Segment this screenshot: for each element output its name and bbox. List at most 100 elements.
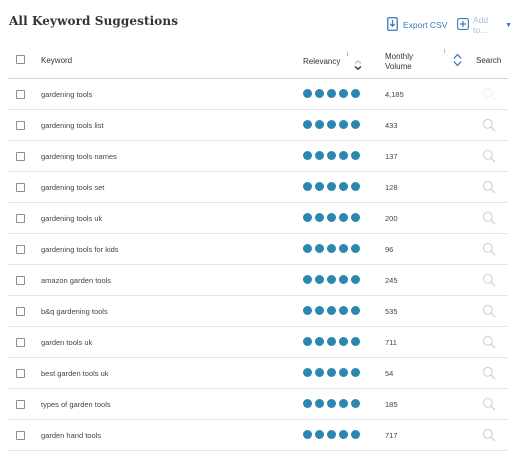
relevancy-dot [339, 430, 348, 439]
relevancy-rating [303, 182, 360, 191]
search-icon[interactable] [482, 366, 496, 380]
table-row: amazon garden tools 245 [8, 265, 508, 296]
row-checkbox[interactable] [16, 152, 25, 161]
table-row: garden tools uk 711 [8, 327, 508, 358]
relevancy-rating [303, 244, 360, 253]
relevancy-rating [303, 306, 360, 315]
relevancy-dot [351, 244, 360, 253]
add-to-label: Add to... [473, 15, 489, 35]
relevancy-rating [303, 151, 360, 160]
volume-info-icon[interactable]: i [444, 49, 445, 55]
relevancy-dot [327, 151, 336, 160]
keyword-text: b&q gardening tools [41, 307, 108, 316]
relevancy-dot [327, 430, 336, 439]
monthly-volume: 185 [385, 400, 398, 409]
relevancy-dot [303, 430, 312, 439]
search-icon[interactable] [482, 428, 496, 442]
row-checkbox[interactable] [16, 307, 25, 316]
relevancy-dot [327, 337, 336, 346]
search-icon[interactable] [482, 242, 496, 256]
relevancy-dot [315, 151, 324, 160]
search-icon[interactable] [482, 397, 496, 411]
table-row: gardening tools 4,185 [8, 79, 508, 110]
search-icon[interactable] [482, 335, 496, 349]
table-header: Keyword Relevancy i Monthly Volume i Sea… [8, 46, 508, 79]
row-checkbox[interactable] [16, 276, 25, 285]
row-checkbox[interactable] [16, 183, 25, 192]
row-checkbox[interactable] [16, 400, 25, 409]
relevancy-dot [315, 182, 324, 191]
relevancy-dot [327, 120, 336, 129]
search-icon[interactable] [482, 273, 496, 287]
relevancy-dot [303, 89, 312, 98]
relevancy-dot [315, 244, 324, 253]
monthly-volume: 4,185 [385, 90, 404, 99]
export-csv-button[interactable]: Export CSV [387, 17, 447, 33]
row-checkbox[interactable] [16, 338, 25, 347]
row-checkbox[interactable] [16, 369, 25, 378]
relevancy-dot [315, 120, 324, 129]
monthly-volume: 711 [385, 338, 397, 347]
export-file-icon [387, 17, 398, 33]
row-checkbox[interactable] [16, 431, 25, 440]
relevancy-rating [303, 213, 360, 222]
table-row: b&q gardening tools 535 [8, 296, 508, 327]
search-icon[interactable] [482, 87, 496, 101]
column-keyword[interactable]: Keyword [41, 56, 72, 65]
relevancy-info-icon[interactable]: i [347, 52, 348, 58]
add-to-button[interactable]: Add to... ▼ [457, 15, 512, 35]
relevancy-dot [339, 306, 348, 315]
column-relevancy[interactable]: Relevancy [303, 57, 340, 66]
monthly-volume: 54 [385, 369, 394, 378]
relevancy-rating [303, 275, 360, 284]
relevancy-dot [303, 120, 312, 129]
relevancy-dot [339, 337, 348, 346]
keyword-text: garden hand tools [41, 431, 102, 440]
search-icon[interactable] [482, 304, 496, 318]
relevancy-dot [303, 337, 312, 346]
search-icon[interactable] [482, 118, 496, 132]
relevancy-dot [315, 275, 324, 284]
sort-chevron-icon[interactable] [354, 57, 362, 75]
table-row: gardening tools list 433 [8, 110, 508, 141]
row-checkbox[interactable] [16, 90, 25, 99]
relevancy-dot [339, 275, 348, 284]
plus-box-icon [457, 18, 469, 32]
page-title: All Keyword Suggestions [9, 14, 179, 28]
monthly-volume: 433 [385, 121, 398, 130]
relevancy-dot [351, 337, 360, 346]
select-all-checkbox[interactable] [16, 55, 25, 64]
search-icon[interactable] [482, 180, 496, 194]
relevancy-dot [351, 120, 360, 129]
relevancy-dot [327, 306, 336, 315]
relevancy-dot [351, 399, 360, 408]
relevancy-dot [327, 89, 336, 98]
search-icon[interactable] [482, 149, 496, 163]
relevancy-dot [327, 182, 336, 191]
search-icon[interactable] [482, 211, 496, 225]
relevancy-rating [303, 399, 360, 408]
relevancy-dot [339, 120, 348, 129]
relevancy-dot [303, 275, 312, 284]
relevancy-dot [315, 368, 324, 377]
relevancy-dot [339, 368, 348, 377]
relevancy-dot [315, 337, 324, 346]
column-monthly-label[interactable]: Monthly [385, 52, 413, 61]
row-checkbox[interactable] [16, 245, 25, 254]
row-checkbox[interactable] [16, 121, 25, 130]
sort-arrows-icon[interactable] [452, 53, 463, 72]
relevancy-dot [327, 275, 336, 284]
relevancy-dot [315, 213, 324, 222]
row-checkbox[interactable] [16, 214, 25, 223]
relevancy-dot [315, 399, 324, 408]
keyword-text: gardening tools uk [41, 214, 103, 223]
relevancy-dot [351, 430, 360, 439]
relevancy-dot [327, 244, 336, 253]
relevancy-dot [351, 368, 360, 377]
column-volume-label[interactable]: Volume [385, 62, 412, 71]
relevancy-dot [303, 151, 312, 160]
table-row: gardening tools uk 200 [8, 203, 508, 234]
relevancy-dot [351, 89, 360, 98]
relevancy-rating [303, 368, 360, 377]
table-row: garden hand tools 717 [8, 420, 508, 451]
